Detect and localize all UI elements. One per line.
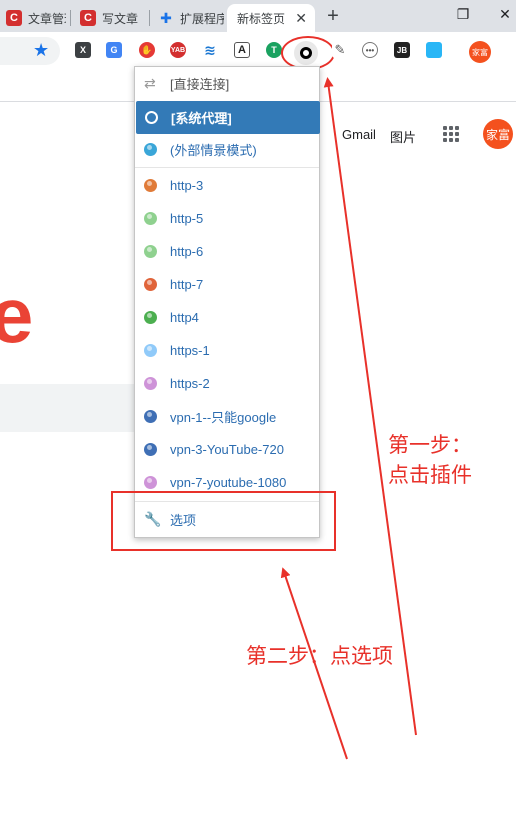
tab-divider — [149, 10, 150, 26]
tab-title: 写文章 — [102, 11, 139, 26]
tab-title: 文章管理 — [28, 11, 66, 26]
search-box[interactable] — [0, 384, 136, 432]
globe-icon — [144, 443, 157, 456]
menu-item-label: vpn-7-youtube-1080 — [170, 475, 287, 490]
globe-icon — [144, 311, 157, 324]
tab-new-tab[interactable]: 新标签页 ✕ — [227, 4, 315, 32]
menu-item-profile[interactable]: http-6 — [135, 235, 319, 268]
tab-extensions[interactable]: ✚ 扩展程序 — [152, 4, 224, 32]
new-tab-button[interactable]: + — [322, 4, 344, 28]
menu-item-profile[interactable]: https-2 — [135, 367, 319, 400]
globe-icon — [144, 278, 157, 291]
puzzle-icon: ✚ — [160, 9, 172, 26]
step1-annotation-line2: 点击插件 — [388, 463, 472, 487]
globe-icon — [144, 179, 157, 192]
dots-icon[interactable]: ••• — [362, 42, 378, 58]
menu-item-label: http4 — [170, 310, 199, 325]
step1-annotation-line1: 第一步： — [388, 433, 472, 457]
profile-avatar[interactable]: 家富 — [469, 41, 491, 63]
menu-item-profile[interactable]: http-7 — [135, 268, 319, 301]
menu-item-direct[interactable]: ⇄ [直接连接] — [135, 67, 319, 100]
menu-item-label: http-3 — [170, 178, 204, 193]
gmail-link[interactable]: Gmail — [342, 127, 376, 142]
jb-icon[interactable]: JB — [394, 42, 410, 58]
t-icon[interactable]: T — [266, 42, 282, 58]
menu-item-external-profile[interactable]: (外部情景模式) — [135, 133, 319, 166]
tab-strip: C 文章管理 C 写文章 ✚ 扩展程序 新标签页 ✕ + ❐ ✕ — [0, 0, 516, 32]
menu-item-label: [直接连接] — [170, 77, 230, 92]
eyedropper-icon[interactable]: ✎ — [332, 42, 348, 58]
tab-article-manage[interactable]: C 文章管理 — [0, 4, 66, 32]
menu-item-profile[interactable]: http-3 — [135, 169, 319, 202]
menu-item-label: vpn-3-YouTube-720 — [170, 442, 284, 457]
menu-item-label: http-7 — [170, 277, 204, 292]
menu-item-label: https-1 — [170, 343, 210, 358]
globe-icon — [144, 344, 157, 357]
tab-divider — [70, 10, 71, 26]
menu-item-profile[interactable]: vpn-3-YouTube-720 — [135, 433, 319, 466]
globe-icon — [144, 410, 157, 423]
csdn-icon: C — [80, 10, 96, 26]
swap-arrows-icon: ⇄ — [144, 75, 156, 91]
tab-title: 扩展程序 — [180, 11, 224, 26]
account-avatar[interactable]: 家富 — [483, 119, 513, 149]
layers-icon[interactable]: ≋ — [202, 42, 218, 58]
menu-item-label: http-5 — [170, 211, 204, 226]
proxy-popup-menu: ⇄ [直接连接] [系统代理] (外部情景模式) http-3 http-5 h… — [134, 66, 320, 538]
address-bar[interactable] — [0, 37, 60, 65]
menu-item-label: http-6 — [170, 244, 204, 259]
menu-item-label: [系统代理] — [171, 111, 232, 126]
adblock-icon[interactable]: ✋ — [139, 42, 155, 58]
menu-item-system-proxy[interactable]: [系统代理] — [136, 101, 320, 134]
translate-icon[interactable]: G — [106, 42, 122, 58]
tab-title: 新标签页 — [237, 11, 286, 26]
menu-item-profile[interactable]: https-1 — [135, 334, 319, 367]
globe-icon — [144, 476, 157, 489]
menu-item-label: vpn-1--只能google — [170, 410, 277, 425]
menu-item-profile[interactable]: vpn-1--只能google — [135, 400, 319, 433]
close-window-icon[interactable]: ✕ — [494, 6, 516, 23]
screenshot-icon[interactable] — [426, 42, 442, 58]
menu-divider — [135, 167, 319, 168]
menu-item-label: (外部情景模式) — [170, 143, 257, 158]
restore-window-icon[interactable]: ❐ — [452, 6, 474, 23]
bookmark-star-icon[interactable]: ★ — [33, 40, 49, 61]
apps-grid-icon[interactable] — [443, 126, 459, 142]
images-link[interactable]: 图片 — [390, 127, 416, 146]
options-highlight-box — [111, 491, 336, 551]
menu-item-label: https-2 — [170, 376, 210, 391]
globe-icon — [144, 245, 157, 258]
menu-item-profile[interactable]: http4 — [135, 301, 319, 334]
globe-icon — [144, 377, 157, 390]
font-icon[interactable]: A — [234, 42, 250, 58]
power-icon — [145, 111, 158, 124]
tab-write-article[interactable]: C 写文章 — [74, 4, 144, 32]
google-logo-fragment: e — [0, 271, 34, 359]
yab-icon[interactable]: YAB — [170, 42, 186, 58]
menu-item-profile[interactable]: http-5 — [135, 202, 319, 235]
proxy-switch-icon[interactable] — [294, 41, 318, 65]
csdn-icon: C — [6, 10, 22, 26]
browser-window: C 文章管理 C 写文章 ✚ 扩展程序 新标签页 ✕ + ❐ ✕ ★ X G ✋… — [0, 0, 516, 821]
arrow-to-plugin — [323, 77, 417, 736]
globe-icon — [144, 143, 157, 156]
globe-icon — [144, 212, 157, 225]
x-icon[interactable]: X — [75, 42, 91, 58]
close-icon[interactable]: ✕ — [295, 10, 307, 27]
step2-annotation: 第二步：点选项 — [246, 644, 393, 668]
